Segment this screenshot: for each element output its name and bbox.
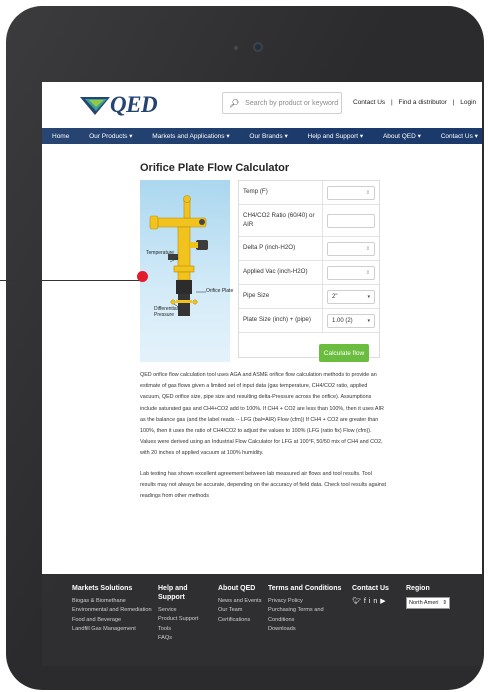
footer-link[interactable]: Privacy Policy <box>268 597 350 606</box>
delta-input[interactable]: ⇕ <box>327 241 375 256</box>
footer-link[interactable]: Landfill Gas Management <box>72 625 152 634</box>
footer-about: About QED News and Events Our Team Certi… <box>218 584 264 625</box>
search-icon: 🔎︎ <box>229 98 240 108</box>
description: QED orifice flow calculation tool uses A… <box>140 370 386 502</box>
site-header: QED 🔎︎ Search by product or keyword Cont… <box>42 82 482 128</box>
footer-link[interactable]: Product Support <box>158 615 210 624</box>
calculate-flow-button[interactable]: Calculate flow <box>319 344 369 362</box>
browser-screen: QED 🔎︎ Search by product or keyword Cont… <box>42 82 482 666</box>
footer-help: Help and Support Service Product Support… <box>158 584 210 643</box>
calc-row-vac: Applied Vac (inch-H2O) ⇕ <box>239 261 379 285</box>
delta-label: Delta P (inch-H2O) <box>239 237 323 260</box>
youtube-icon[interactable]: ▶︎ <box>380 598 388 605</box>
footer-contact-heading: Contact Us <box>352 585 389 592</box>
chevron-updown-icon: ⇕ <box>442 600 447 606</box>
footer-link[interactable]: News and Events <box>218 597 264 606</box>
ratio-input[interactable] <box>327 213 375 228</box>
footer-contact: Contact Us 🐦︎fin▶︎ <box>352 584 402 605</box>
linkedin-icon[interactable]: in <box>369 598 380 605</box>
login-link[interactable]: Login <box>460 99 476 106</box>
spinner-icon[interactable]: ⇕ <box>366 270 370 276</box>
social-icons: 🐦︎fin▶︎ <box>352 597 402 605</box>
footer-about-heading: About QED <box>218 585 256 592</box>
front-camera <box>253 42 263 52</box>
calc-row-delta: Delta P (inch-H2O) ⇕ <box>239 237 379 261</box>
temp-label: Temp (F) <box>239 181 323 204</box>
separator: | <box>390 99 393 106</box>
footer-markets-heading: Markets Solutions <box>72 585 133 592</box>
vac-input[interactable]: ⇕ <box>327 265 375 280</box>
calc-button-row: Calculate flow <box>239 333 379 373</box>
description-paragraph-1: QED orifice flow calculation tool uses A… <box>140 372 384 457</box>
plate-label: Plate Size (inch) + (pipe) <box>239 309 323 332</box>
tablet-frame: QED 🔎︎ Search by product or keyword Cont… <box>6 6 484 690</box>
footer-link[interactable]: Tools <box>158 625 210 634</box>
plate-select[interactable]: 1.00 (2) ▾ <box>327 313 375 328</box>
footer-link[interactable]: Food and Beverage <box>72 616 152 625</box>
callout-marker <box>137 271 148 282</box>
chevron-down-icon: ▾ <box>367 317 370 324</box>
temperature-label: Temperature <box>146 250 175 256</box>
nav-our-brands[interactable]: Our Brands ▾ <box>249 132 287 140</box>
spinner-icon[interactable]: ⇕ <box>366 190 370 196</box>
calc-row-pipe: Pipe Size 2" ▾ <box>239 285 379 309</box>
temp-input[interactable]: ⇕ <box>327 185 375 200</box>
footer-link[interactable]: Our Team <box>218 606 264 615</box>
twitter-icon[interactable]: 🐦︎ <box>352 598 364 605</box>
logo-mark-icon <box>80 97 110 115</box>
nav-our-products[interactable]: Our Products ▾ <box>89 132 132 140</box>
plate-value: 1.00 (2) <box>332 317 353 324</box>
logo-text: QED <box>110 92 158 117</box>
nav-markets[interactable]: Markets and Applications ▾ <box>152 132 229 140</box>
nav-contact[interactable]: Contact Us ▾ <box>441 132 478 140</box>
calc-row-plate: Plate Size (inch) + (pipe) 1.00 (2) ▾ <box>239 309 379 333</box>
pipe-label: Pipe Size <box>239 285 323 308</box>
search-placeholder: Search by product or keyword <box>245 99 339 107</box>
footer-link[interactable]: Service <box>158 606 210 615</box>
footer-link[interactable]: FAQs <box>158 634 210 643</box>
calc-row-ratio: CH4/CO2 Ratio (60/40) or AIR <box>239 205 379 237</box>
differential-label: Differential Pressure <box>154 306 178 318</box>
top-links: Contact Us | Find a distributor | Login <box>351 99 478 106</box>
contact-link[interactable]: Contact Us <box>353 99 385 106</box>
footer-help-heading: Help and Support <box>158 585 188 601</box>
orifice-plate-image: Temperature Orifice Plate Differential P… <box>140 180 234 362</box>
nav-about[interactable]: About QED ▾ <box>383 132 421 140</box>
pipe-value: 2" <box>332 293 338 300</box>
footer-terms: Terms and Conditions Privacy Policy Purc… <box>268 584 350 634</box>
separator: | <box>452 99 455 106</box>
pipe-select[interactable]: 2" ▾ <box>327 289 375 304</box>
main-content: Orifice Plate Flow Calculator Temperatur… <box>42 144 482 574</box>
footer-link[interactable]: Purchasing Terms and Conditions <box>268 606 350 625</box>
footer-region-heading: Region <box>406 585 430 592</box>
nav-home[interactable]: Home <box>52 133 69 140</box>
calc-row-temp: Temp (F) ⇕ <box>239 181 379 205</box>
search-input[interactable]: 🔎︎ Search by product or keyword <box>222 92 342 114</box>
qed-logo[interactable]: QED <box>80 92 158 118</box>
vac-label: Applied Vac (inch-H2O) <box>239 261 323 284</box>
wellhead-illustration <box>149 195 208 316</box>
region-select[interactable]: North Ameri ⇕ <box>406 597 450 609</box>
footer-link[interactable]: Biogas & Biomethane <box>72 597 152 606</box>
description-paragraph-2: Lab testing has shown excellent agreemen… <box>140 470 387 500</box>
footer-markets: Markets Solutions Biogas & Biomethane En… <box>72 584 152 634</box>
footer-link[interactable]: Environmental and Remediation <box>72 606 152 615</box>
callout-line <box>0 280 140 281</box>
ratio-label: CH4/CO2 Ratio (60/40) or AIR <box>239 205 323 236</box>
main-nav: Home Our Products ▾ Markets and Applicat… <box>42 128 482 144</box>
sensor <box>234 46 238 50</box>
region-value: North Ameri <box>409 600 439 606</box>
footer-link[interactable]: Certifications <box>218 616 264 625</box>
flow-calculator: Temp (F) ⇕ CH4/CO2 Ratio (60/40) or AIR … <box>238 180 380 362</box>
nav-help[interactable]: Help and Support ▾ <box>308 132 364 140</box>
footer-link[interactable]: Downloads <box>268 625 350 634</box>
orifice-label: Orifice Plate <box>206 288 234 294</box>
chevron-down-icon: ▾ <box>367 293 370 300</box>
page-title: Orifice Plate Flow Calculator <box>140 162 290 174</box>
distributor-link[interactable]: Find a distributor <box>398 99 446 106</box>
footer-terms-heading: Terms and Conditions <box>268 585 342 592</box>
spinner-icon[interactable]: ⇕ <box>366 246 370 252</box>
footer-region: Region North Ameri ⇕ <box>406 584 460 609</box>
site-footer: Markets Solutions Biogas & Biomethane En… <box>42 574 482 666</box>
